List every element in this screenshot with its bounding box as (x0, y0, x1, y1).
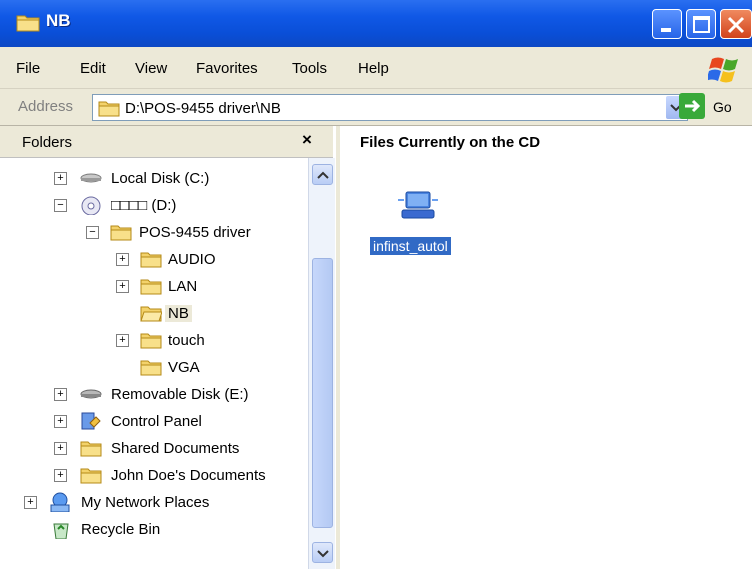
window-title: NB (46, 11, 71, 30)
folder-icon (16, 15, 40, 32)
tree-item-label: touch (168, 332, 205, 349)
files-pane-header: Files Currently on the CD (340, 126, 752, 158)
arrow-right-icon (685, 99, 701, 113)
tree-item-label: NB (165, 305, 192, 322)
expand-button[interactable]: + (116, 253, 129, 266)
folder-icon (140, 360, 162, 376)
tree-item-pos-9455-driver[interactable]: − POS-9455 driver (0, 222, 300, 244)
tree-item-label: Recycle Bin (81, 521, 161, 538)
go-button[interactable] (679, 93, 705, 119)
control-panel-icon (81, 412, 101, 430)
removable-disk-icon (80, 389, 102, 399)
windows-logo-icon (708, 57, 738, 83)
tree-item-nb[interactable]: NB (0, 303, 300, 325)
folder-icon (80, 468, 102, 484)
folder-icon (110, 225, 132, 241)
tree-item-label: LAN (168, 278, 198, 295)
tree-item-john-doe-documents[interactable]: + John Doe's Documents (0, 465, 300, 487)
address-label: Address (18, 98, 74, 115)
tree-item-label: Control Panel (111, 413, 202, 430)
files-area[interactable]: infinst_autol (340, 158, 752, 569)
maximize-button[interactable] (686, 9, 716, 39)
menu-tools[interactable]: Tools (292, 60, 327, 77)
file-name: infinst_autol (370, 237, 451, 255)
folders-pane-header: Folders × (0, 126, 333, 158)
tree-item-audio[interactable]: + AUDIO (0, 249, 300, 271)
folders-close-button[interactable]: × (302, 130, 312, 150)
go-label[interactable]: Go (713, 99, 732, 115)
tree-item-label: AUDIO (168, 251, 216, 268)
expand-button[interactable]: + (54, 442, 67, 455)
folder-icon (140, 279, 162, 295)
scroll-up-button[interactable] (312, 164, 333, 185)
expand-button[interactable]: + (54, 415, 67, 428)
folders-title: Folders (22, 134, 73, 151)
minimize-icon (661, 28, 671, 32)
collapse-button[interactable]: − (86, 226, 99, 239)
file-item[interactable]: infinst_autol (370, 188, 470, 268)
expand-button[interactable]: + (54, 388, 67, 401)
collapse-button[interactable]: − (54, 199, 67, 212)
folder-tree: + Local Disk (C:) − □□□□ (D:) − POS-9455… (0, 158, 308, 569)
tree-item-label: John Doe's Documents (111, 467, 266, 484)
network-icon (50, 492, 70, 512)
menu-favorites[interactable]: Favorites (196, 60, 258, 77)
cd-drive-icon (81, 196, 101, 215)
chevron-up-icon (317, 171, 329, 179)
expand-button[interactable]: + (24, 496, 37, 509)
folder-icon (80, 441, 102, 457)
tree-item-label: POS-9455 driver (139, 224, 251, 241)
address-path: D:\POS-9455 driver\NB (125, 100, 281, 117)
files-title: Files Currently on the CD (360, 134, 541, 151)
tree-item-recycle-bin[interactable]: Recycle Bin (0, 519, 300, 541)
expand-button[interactable]: + (116, 280, 129, 293)
tree-item-local-disk-c[interactable]: + Local Disk (C:) (0, 168, 300, 190)
chevron-down-icon (317, 550, 329, 558)
close-button[interactable] (720, 9, 752, 39)
minimize-button[interactable] (652, 9, 682, 39)
menu-edit[interactable]: Edit (80, 60, 106, 77)
recycle-bin-icon (53, 523, 69, 539)
setup-file-icon (398, 191, 438, 219)
hard-disk-icon (80, 173, 102, 183)
maximize-icon (693, 16, 710, 33)
tree-item-shared-documents[interactable]: + Shared Documents (0, 438, 300, 460)
tree-item-my-network-places[interactable]: + My Network Places (0, 492, 300, 514)
tree-item-label: Local Disk (C:) (111, 170, 210, 187)
tree-item-label: My Network Places (81, 494, 210, 511)
tree-item-vga[interactable]: VGA (0, 357, 300, 379)
scroll-down-button[interactable] (312, 542, 333, 563)
tree-item-control-panel[interactable]: + Control Panel (0, 411, 300, 433)
folder-icon (140, 252, 162, 268)
close-icon (727, 16, 745, 34)
folder-tree-scrollbar[interactable] (308, 158, 335, 569)
expand-button[interactable]: + (54, 469, 67, 482)
open-folder-icon (140, 306, 162, 322)
tree-item-label: VGA (168, 359, 200, 376)
address-input[interactable]: D:\POS-9455 driver\NB (92, 94, 688, 121)
expand-button[interactable]: + (116, 334, 129, 347)
tree-item-removable-disk[interactable]: + Removable Disk (E:) (0, 384, 300, 406)
tree-item-label: □□□□ (D:) (111, 197, 177, 214)
menu-help[interactable]: Help (358, 60, 389, 77)
expand-button[interactable]: + (54, 172, 67, 185)
menu-view[interactable]: View (135, 60, 167, 77)
menu-bar: File Edit View Favorites Tools Help (0, 47, 752, 89)
tree-item-label: Shared Documents (111, 440, 240, 457)
scroll-thumb[interactable] (312, 258, 333, 528)
tree-item-cd-drive[interactable]: − □□□□ (D:) (0, 195, 300, 217)
folder-icon (140, 333, 162, 349)
folder-icon (98, 101, 120, 117)
menu-file[interactable]: File (16, 60, 40, 77)
address-bar: Address D:\POS-9455 driver\NB (0, 89, 752, 126)
title-bar[interactable]: NB (0, 0, 752, 47)
tree-item-touch[interactable]: + touch (0, 330, 300, 352)
tree-item-label: Removable Disk (E:) (111, 386, 249, 403)
tree-item-lan[interactable]: + LAN (0, 276, 300, 298)
